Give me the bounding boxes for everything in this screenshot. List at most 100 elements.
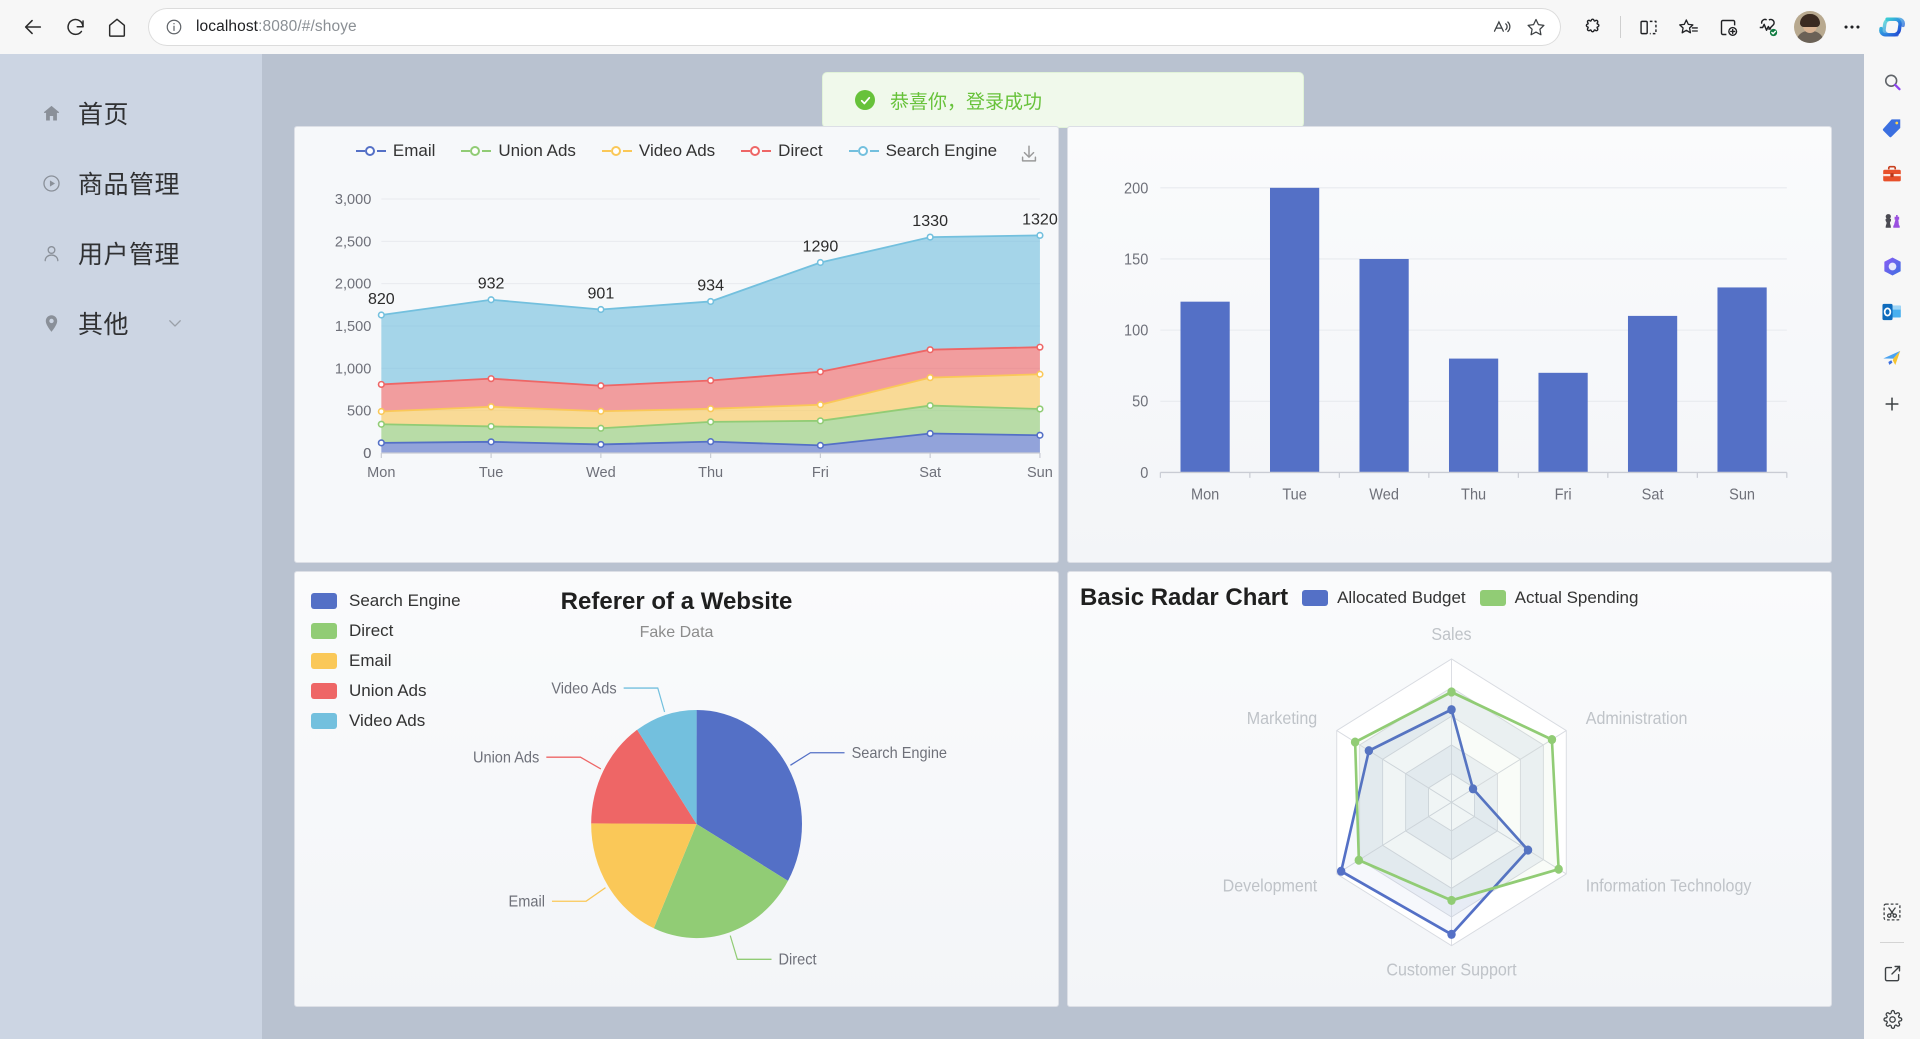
svg-text:2,500: 2,500 xyxy=(335,234,371,250)
radar-axis-label: Sales xyxy=(1431,624,1471,644)
legend-item-direct[interactable]: Direct xyxy=(741,141,823,161)
legend-item-allocated-budget[interactable]: Allocated Budget xyxy=(1302,588,1466,608)
radar-axis-label: Administration xyxy=(1586,708,1688,728)
svg-text:50: 50 xyxy=(1132,393,1148,411)
svg-text:0: 0 xyxy=(363,446,371,462)
legend-item-email[interactable]: Email xyxy=(311,646,461,676)
refresh-button[interactable] xyxy=(56,8,94,46)
svg-text:500: 500 xyxy=(347,404,371,420)
toast-message: 恭喜你，登录成功 xyxy=(890,91,1043,113)
svg-text:Tue: Tue xyxy=(479,465,504,481)
address-bar[interactable]: localhost:8080/#/shoye xyxy=(148,8,1561,46)
sidebar-item-product-management[interactable]: 商品管理 xyxy=(0,148,262,218)
copilot-icon[interactable] xyxy=(1872,246,1912,286)
legend-item-actual-spending[interactable]: Actual Spending xyxy=(1479,588,1638,608)
sidebar-item-label: 用户管理 xyxy=(78,241,181,269)
svg-text:Mon: Mon xyxy=(1191,486,1219,504)
open-external-icon[interactable] xyxy=(1872,953,1912,993)
user-icon xyxy=(40,242,62,264)
radar-axis-label: Customer Support xyxy=(1386,959,1517,979)
save-as-image-icon[interactable] xyxy=(1018,143,1040,165)
back-button[interactable] xyxy=(14,8,52,46)
tools-icon[interactable] xyxy=(1872,338,1912,378)
search-icon[interactable] xyxy=(1872,62,1912,102)
extensions-icon[interactable] xyxy=(1575,9,1611,45)
location-pin-icon xyxy=(40,312,62,334)
shopping-tag-icon[interactable] xyxy=(1872,108,1912,148)
briefcase-icon[interactable] xyxy=(1872,154,1912,194)
legend-item-union-ads[interactable]: Union Ads xyxy=(461,141,576,161)
settings-gear-icon[interactable] xyxy=(1872,999,1912,1039)
svg-text:Fri: Fri xyxy=(1555,486,1572,504)
legend-item-direct[interactable]: Direct xyxy=(311,616,461,646)
toast-container: 恭喜你，登录成功 xyxy=(262,54,1864,128)
read-aloud-icon[interactable] xyxy=(1485,11,1519,43)
toolbar-divider xyxy=(1620,16,1621,38)
home-icon xyxy=(40,102,62,124)
legend-label: Union Ads xyxy=(349,680,427,700)
chevron-down-icon[interactable] xyxy=(166,314,184,332)
area-chart-legend: Email Union Ads Video Ads Direct Search … xyxy=(295,127,1058,161)
stacked-area-plot: 0 500 1,000 1,500 2,000 2,500 3,000 820 932 901 93… xyxy=(335,192,1058,481)
add-icon[interactable] xyxy=(1872,384,1912,424)
bar-thu xyxy=(1448,358,1499,473)
copilot-icon[interactable] xyxy=(1874,9,1910,45)
split-screen-icon[interactable] xyxy=(1630,9,1666,45)
legend-item-union-ads[interactable]: Union Ads xyxy=(311,676,461,706)
bar-chart-card: 0 50 100 150 200 Mon Tue Wed Thu Fri Sat Sun xyxy=(1067,126,1832,563)
avatar-hair xyxy=(1800,14,1820,27)
svg-text:Fri: Fri xyxy=(812,465,829,481)
games-icon[interactable] xyxy=(1872,200,1912,240)
legend-label: Direct xyxy=(778,141,823,160)
svg-text:0: 0 xyxy=(1140,464,1148,482)
svg-text:200: 200 xyxy=(1124,180,1148,198)
radar-chart-title: Basic Radar Chart xyxy=(1080,583,1289,611)
sidebar-item-user-management[interactable]: 用户管理 xyxy=(0,218,262,288)
url-text[interactable]: localhost:8080/#/shoye xyxy=(186,18,1485,36)
pie-label-direct: Direct xyxy=(779,951,818,969)
svg-text:Wed: Wed xyxy=(1369,486,1399,504)
home-button[interactable] xyxy=(98,8,136,46)
svg-text:Sat: Sat xyxy=(919,465,941,481)
favorite-star-icon[interactable] xyxy=(1519,11,1553,43)
pie-label-video-ads: Video Ads xyxy=(551,679,617,697)
radar-chart-plot: Sales Administration Information Technolog… xyxy=(1223,624,1752,979)
site-info-icon[interactable] xyxy=(162,15,186,39)
svg-text:1330: 1330 xyxy=(912,212,948,230)
edge-sidebar xyxy=(1864,54,1920,1039)
legend-swatch-icon xyxy=(311,652,337,669)
svg-text:Thu: Thu xyxy=(698,465,723,481)
svg-text:100: 100 xyxy=(1124,322,1148,340)
browser-essentials-icon[interactable] xyxy=(1750,9,1786,45)
screenshot-icon[interactable] xyxy=(1872,892,1912,932)
browser-viewport: 首页 商品管理 用户管理 其他 恭喜你，登录成功 Email Union Ads… xyxy=(0,54,1920,1039)
sidebar-item-home[interactable]: 首页 xyxy=(0,78,262,148)
favorites-bar-icon[interactable] xyxy=(1670,9,1706,45)
bar-sat xyxy=(1627,315,1678,473)
sidebar-item-other[interactable]: 其他 xyxy=(0,288,262,358)
profile-avatar[interactable] xyxy=(1794,11,1826,43)
outlook-icon[interactable] xyxy=(1872,292,1912,332)
url-host: localhost xyxy=(196,18,259,35)
legend-item-search-engine[interactable]: Search Engine xyxy=(311,586,461,616)
legend-label: Search Engine xyxy=(349,590,461,610)
svg-text:1,000: 1,000 xyxy=(335,361,371,377)
settings-and-more-icon[interactable] xyxy=(1834,9,1870,45)
svg-text:Mon: Mon xyxy=(367,465,395,481)
legend-item-video-ads[interactable]: Video Ads xyxy=(601,141,715,161)
legend-item-email[interactable]: Email xyxy=(355,141,435,161)
legend-swatch-icon xyxy=(311,622,337,639)
sidebar-item-label: 首页 xyxy=(78,101,130,129)
legend-line-marker-icon xyxy=(848,144,879,158)
rail-divider xyxy=(1880,942,1904,943)
radar-axis-label: Development xyxy=(1223,876,1318,896)
charts-grid: Email Union Ads Video Ads Direct Search … xyxy=(262,126,1864,1039)
svg-text:Wed: Wed xyxy=(586,465,616,481)
svg-text:Sun: Sun xyxy=(1729,486,1755,504)
svg-text:Sun: Sun xyxy=(1027,465,1053,481)
svg-text:901: 901 xyxy=(587,285,614,303)
legend-item-video-ads[interactable]: Video Ads xyxy=(311,706,461,736)
collections-icon[interactable] xyxy=(1710,9,1746,45)
legend-swatch-icon xyxy=(311,712,337,729)
legend-item-search-engine[interactable]: Search Engine xyxy=(848,141,997,161)
